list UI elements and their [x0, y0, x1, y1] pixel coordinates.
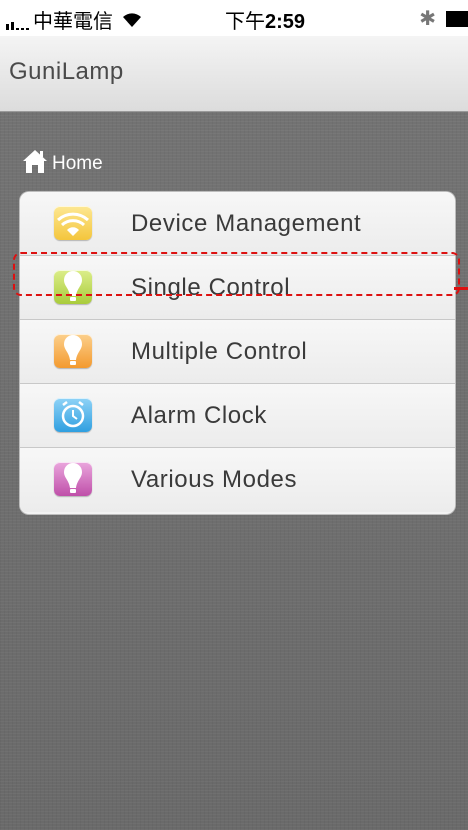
- status-time: 下午2:59: [225, 11, 306, 33]
- menu-item-various-modes[interactable]: Various Modes: [20, 448, 455, 512]
- battery-icon: [446, 10, 468, 27]
- menu-item-device-management[interactable]: Device Management: [20, 192, 455, 256]
- breadcrumb[interactable]: Home: [22, 148, 103, 174]
- bulb-icon: [54, 462, 92, 496]
- menu-item-label: Alarm Clock: [131, 402, 267, 429]
- main-menu: Device Management Single Control Multipl…: [20, 192, 455, 514]
- carrier-area: 中華電信: [6, 5, 143, 34]
- signal-strength-icon: [6, 10, 29, 30]
- menu-item-alarm-clock[interactable]: Alarm Clock: [20, 384, 455, 448]
- breadcrumb-home-label: Home: [52, 153, 103, 174]
- highlight-annotation: [13, 252, 460, 296]
- carrier-name: 中華電信: [33, 11, 113, 33]
- menu-item-multiple-control[interactable]: Multiple Control: [20, 320, 455, 384]
- status-right: ✱: [419, 6, 468, 31]
- status-bar: 中華電信 下午2:59 ✱: [0, 0, 468, 36]
- wifi-icon: [54, 206, 92, 240]
- alarm-clock-icon: [54, 398, 92, 432]
- app-title: GuniLamp: [9, 58, 124, 85]
- menu-item-label: Device Management: [131, 210, 362, 237]
- home-icon: [23, 150, 47, 173]
- menu-item-label: Various Modes: [131, 466, 298, 493]
- annotation-arrow: [454, 287, 468, 290]
- bulb-icon: [54, 334, 92, 368]
- wifi-signal-icon: [123, 12, 141, 27]
- navigation-bar: GuniLamp: [0, 36, 468, 112]
- menu-item-label: Multiple Control: [131, 338, 308, 365]
- bluetooth-icon: ✱: [419, 8, 436, 30]
